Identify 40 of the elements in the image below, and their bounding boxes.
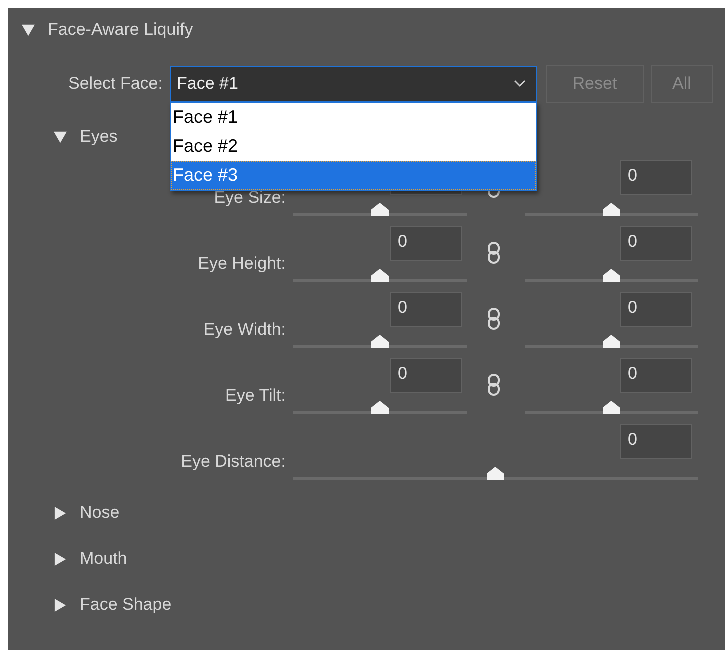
number-field[interactable]: 0 (620, 160, 692, 195)
disclosure-triangle-icon[interactable] (54, 130, 67, 144)
number-field[interactable]: 0 (620, 292, 692, 327)
slider-thumb[interactable] (486, 467, 504, 480)
section-title: Face Shape (80, 595, 172, 615)
chain-link-icon[interactable] (488, 374, 500, 396)
dropdown-option[interactable]: Face #1 (171, 103, 536, 132)
chain-link-icon[interactable] (488, 308, 500, 330)
slider-thumb[interactable] (371, 401, 389, 414)
panel-title: Face-Aware Liquify (48, 20, 194, 40)
control-label: Eye Distance: (181, 452, 286, 472)
number-field[interactable]: 0 (390, 292, 462, 327)
number-field[interactable]: 0 (620, 424, 692, 459)
dropdown-option[interactable]: Face #2 (171, 132, 536, 161)
caret-icon (514, 80, 526, 88)
section-title: Nose (80, 503, 120, 523)
chain-link-icon[interactable] (488, 242, 500, 264)
face-dropdown[interactable]: Face #1 (170, 66, 537, 102)
slider-thumb[interactable] (602, 269, 620, 282)
slider-thumb[interactable] (371, 335, 389, 348)
slider-thumb[interactable] (602, 203, 620, 216)
section-title: Eyes (80, 127, 118, 147)
control-label: Eye Tilt: (226, 386, 286, 406)
select-face-label: Select Face: (68, 74, 164, 94)
slider-thumb[interactable] (602, 401, 620, 414)
number-field[interactable]: 0 (620, 226, 692, 261)
control-label: Eye Width: (204, 320, 286, 340)
section-title: Mouth (80, 549, 128, 569)
disclosure-triangle-icon[interactable] (22, 24, 35, 36)
number-field[interactable]: 0 (390, 358, 462, 393)
control-label: Eye Size: (214, 188, 286, 208)
number-field[interactable]: 0 (390, 226, 462, 261)
slider-thumb[interactable] (602, 335, 620, 348)
disclosure-triangle-icon[interactable] (54, 552, 67, 566)
disclosure-triangle-icon[interactable] (54, 506, 67, 520)
disclosure-triangle-icon[interactable] (54, 598, 67, 612)
slider-thumb[interactable] (371, 203, 389, 216)
control-label: Eye Height: (198, 254, 286, 274)
slider-thumb[interactable] (371, 269, 389, 282)
number-field[interactable]: 0 (620, 358, 692, 393)
